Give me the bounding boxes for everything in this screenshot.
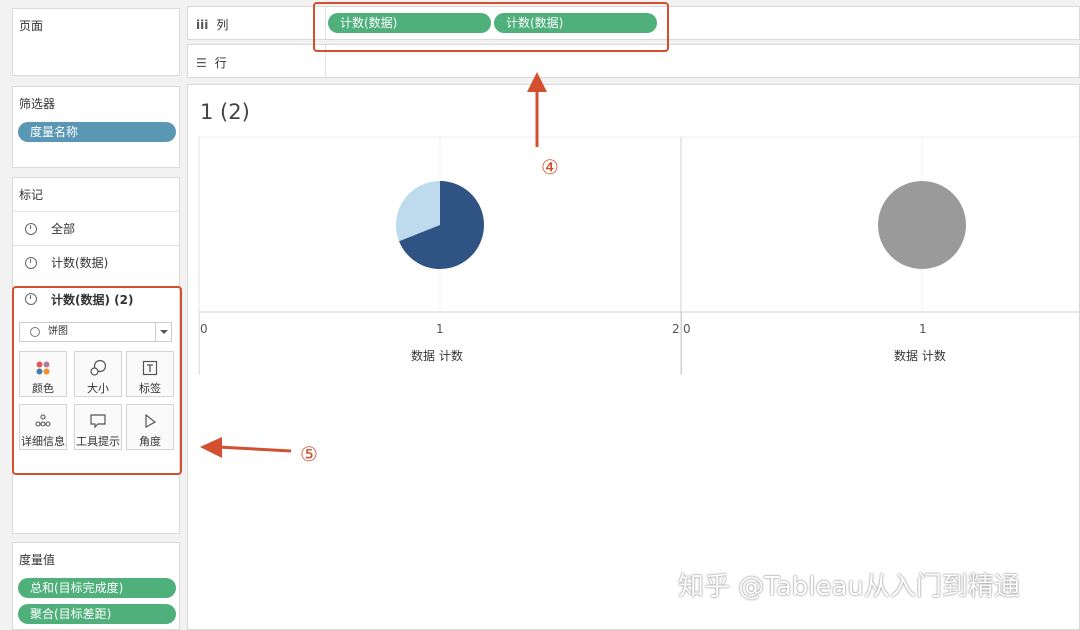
measure-values-title: 度量值 (19, 553, 56, 567)
filters-panel: 筛选器 度量名称 (12, 86, 180, 168)
marks-row-label: 计数(数据) (51, 256, 109, 270)
annotation-box-columns (313, 2, 669, 52)
axis-left-tick-2: 2 (672, 322, 680, 336)
watermark: 知乎 @Tableau从入门到精通 (678, 572, 1020, 602)
pages-title: 页面 (19, 19, 44, 33)
marks-row-count-data[interactable]: 计数(数据) (13, 245, 179, 279)
axis-right-tick-0: 0 (683, 322, 691, 336)
annotation-box-marks (12, 286, 182, 475)
annotation-label-5: ⑤ (300, 442, 318, 466)
measure-values-panel: 度量值 总和(目标完成度) 聚合(目标差距) (12, 542, 180, 630)
measure-pill-sum-target-completion[interactable]: 总和(目标完成度) (18, 578, 176, 598)
columns-shelf-label: iii 列 (196, 16, 228, 33)
pie-mark-icon (25, 222, 37, 235)
axis-title-left: 数据 计数 (411, 349, 463, 363)
view-canvas: 1 (2) 0 1 2 0 1 数据 计数 数据 计数 (187, 84, 1080, 630)
pages-panel: 页面 (12, 8, 180, 76)
pie-left[interactable] (396, 181, 484, 269)
pie-chart-area (198, 136, 1079, 375)
axis-divider (681, 312, 682, 374)
axis-title-right: 数据 计数 (894, 349, 946, 363)
columns-label-text: 列 (216, 18, 229, 32)
pie-right[interactable] (878, 181, 966, 269)
filter-pill-measure-names[interactable]: 度量名称 (18, 122, 176, 142)
view-title: 1 (2) (200, 100, 250, 124)
marks-row-label: 全部 (51, 222, 76, 236)
marks-title: 标记 (19, 188, 44, 202)
filters-title: 筛选器 (19, 97, 56, 111)
annotation-label-4: ④ (541, 155, 559, 179)
axis-left-border (199, 312, 200, 374)
pie-mark-icon (25, 256, 37, 269)
axis-left-tick-1: 1 (436, 322, 444, 336)
rows-icon: ☰ (196, 55, 207, 70)
axis-left-tick-0: 0 (200, 322, 208, 336)
axis-right-tick-1: 1 (919, 322, 927, 336)
marks-row-all[interactable]: 全部 (13, 211, 179, 245)
columns-icon: iii (196, 17, 209, 32)
rows-label-text: 行 (214, 56, 227, 70)
rows-shelf-label: ☰ 行 (196, 54, 227, 71)
measure-pill-agg-target-gap[interactable]: 聚合(目标差距) (18, 604, 176, 624)
